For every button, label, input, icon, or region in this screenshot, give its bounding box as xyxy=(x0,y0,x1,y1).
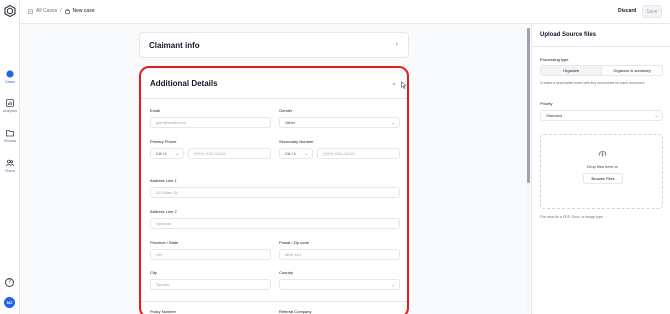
chevron-down-icon: ⌄ xyxy=(391,120,395,125)
province-field[interactable]: ON xyxy=(150,249,271,260)
sidebar-item-label: Window xyxy=(3,139,17,143)
panel-title: Upload Source files xyxy=(540,32,597,38)
divider xyxy=(141,98,407,99)
file-drop-zone[interactable]: Drop files here or Browse Files xyxy=(540,134,663,209)
secondary-phone-country-select[interactable]: CA +1 ⌄ xyxy=(279,148,313,159)
main-content: Claimant info › Additional Details ⌄ Ema… xyxy=(20,24,530,314)
primary-phone-label: Primary Phone xyxy=(150,139,177,144)
province-label: Province / State xyxy=(150,240,179,245)
teams-icon xyxy=(6,159,14,167)
secondary-number-field[interactable]: (XXX) XXX-XXXX xyxy=(317,148,400,159)
processing-type-toggle: Organize Organize & summary xyxy=(540,65,663,76)
upload-cloud-icon xyxy=(598,151,607,157)
breadcrumb-all-cases[interactable]: All Cases xyxy=(36,8,57,14)
breadcrumb-current: New case xyxy=(72,8,95,14)
case-icon xyxy=(64,8,70,14)
mouse-cursor-icon xyxy=(401,81,407,89)
window-icon xyxy=(6,130,14,137)
sidebar: Cases Analytics Window Teams ? MZ xyxy=(0,0,20,314)
referral-company-label: Referral Company xyxy=(279,309,312,314)
priority-label: Priority xyxy=(540,101,553,106)
gender-select[interactable]: Other ⌄ xyxy=(279,117,400,128)
chevron-right-icon[interactable]: › xyxy=(396,41,398,48)
country-select[interactable]: ⌄ xyxy=(279,279,400,290)
primary-phone-country-select[interactable]: CA +1 ⌄ xyxy=(150,148,184,159)
divider xyxy=(532,46,670,47)
section-title: Additional Details xyxy=(150,79,218,88)
city-field[interactable]: Toronto xyxy=(150,279,271,290)
sidebar-item-label: Teams xyxy=(4,169,16,173)
chevron-down-icon[interactable]: ⌄ xyxy=(391,79,397,87)
browse-files-button[interactable]: Browse Files xyxy=(583,173,623,184)
primary-phone-field[interactable]: (XXX) XXX-XXXX xyxy=(188,148,271,159)
priority-select[interactable]: Standard ⌄ xyxy=(540,110,663,121)
address-line-2-field[interactable]: Optional xyxy=(150,218,400,229)
claimant-info-section[interactable]: Claimant info › xyxy=(139,32,409,58)
address-line-1-field[interactable]: 123 Main St xyxy=(150,187,400,198)
sidebar-item-label: Cases xyxy=(5,80,15,84)
country-code: CA +1 xyxy=(285,151,297,156)
section-title: Claimant info xyxy=(149,41,200,50)
postal-code-label: Postal / Zip code xyxy=(279,240,309,245)
app-logo-icon[interactable] xyxy=(4,5,16,17)
chevron-down-icon: ⌄ xyxy=(391,282,395,287)
country-label: Country xyxy=(279,270,294,275)
gender-value: Other xyxy=(285,120,296,125)
sidebar-item-cases[interactable]: Cases xyxy=(0,70,20,84)
email-field[interactable]: john@smith.com xyxy=(150,117,271,128)
file-format-note: File must be a PDF, Docx, or image type. xyxy=(540,215,604,219)
cases-icon xyxy=(6,70,14,78)
postal-code-field[interactable]: M5A 1A1 xyxy=(279,249,400,260)
sidebar-item-teams[interactable]: Teams xyxy=(0,159,20,173)
sidebar-item-window[interactable]: Window xyxy=(0,129,20,143)
chevron-down-icon: ⌄ xyxy=(175,151,179,156)
breadcrumb-separator: / xyxy=(60,8,62,14)
top-bar: All Cases / New case Discard Save xyxy=(20,0,670,24)
scrollbar-thumb[interactable] xyxy=(527,28,530,183)
option-organize-summary[interactable]: Organize & summary xyxy=(602,66,662,75)
processing-type-label: Processing type xyxy=(540,57,569,62)
chevron-down-icon: ⌄ xyxy=(654,113,658,118)
priority-value: Standard xyxy=(546,113,563,118)
folder-icon xyxy=(28,8,33,14)
avatar[interactable]: MZ xyxy=(4,297,15,308)
country-code: CA +1 xyxy=(156,151,168,156)
upload-panel: Upload Source files Processing type Orga… xyxy=(531,24,670,314)
address-line-2-label: Address Line 2 xyxy=(150,209,177,214)
gender-label: Gender xyxy=(279,108,293,113)
main-scrollbar[interactable] xyxy=(527,28,530,311)
address-line-1-label: Address Line 1 xyxy=(150,178,177,183)
drop-text: Drop files here or xyxy=(587,164,618,169)
policy-number-label: Policy Number xyxy=(150,309,177,314)
analytics-icon xyxy=(6,99,14,107)
chevron-down-icon: ⌄ xyxy=(304,151,308,156)
sidebar-item-label: Analytics xyxy=(2,109,17,113)
help-icon[interactable]: ? xyxy=(5,278,14,287)
secondary-number-label: Secondary Number xyxy=(279,139,314,144)
additional-details-section: Additional Details ⌄ Email john@smith.co… xyxy=(139,66,409,314)
email-label: Email xyxy=(150,108,161,113)
processing-help-text: Creates a searchable index with key summ… xyxy=(540,81,646,85)
sidebar-item-analytics[interactable]: Analytics xyxy=(0,99,20,113)
divider xyxy=(141,301,407,302)
breadcrumb: All Cases / New case xyxy=(28,8,94,14)
save-button[interactable]: Save xyxy=(642,5,662,18)
discard-button[interactable]: Discard xyxy=(613,5,641,18)
option-organize[interactable]: Organize xyxy=(541,66,602,75)
city-label: City xyxy=(150,270,157,275)
